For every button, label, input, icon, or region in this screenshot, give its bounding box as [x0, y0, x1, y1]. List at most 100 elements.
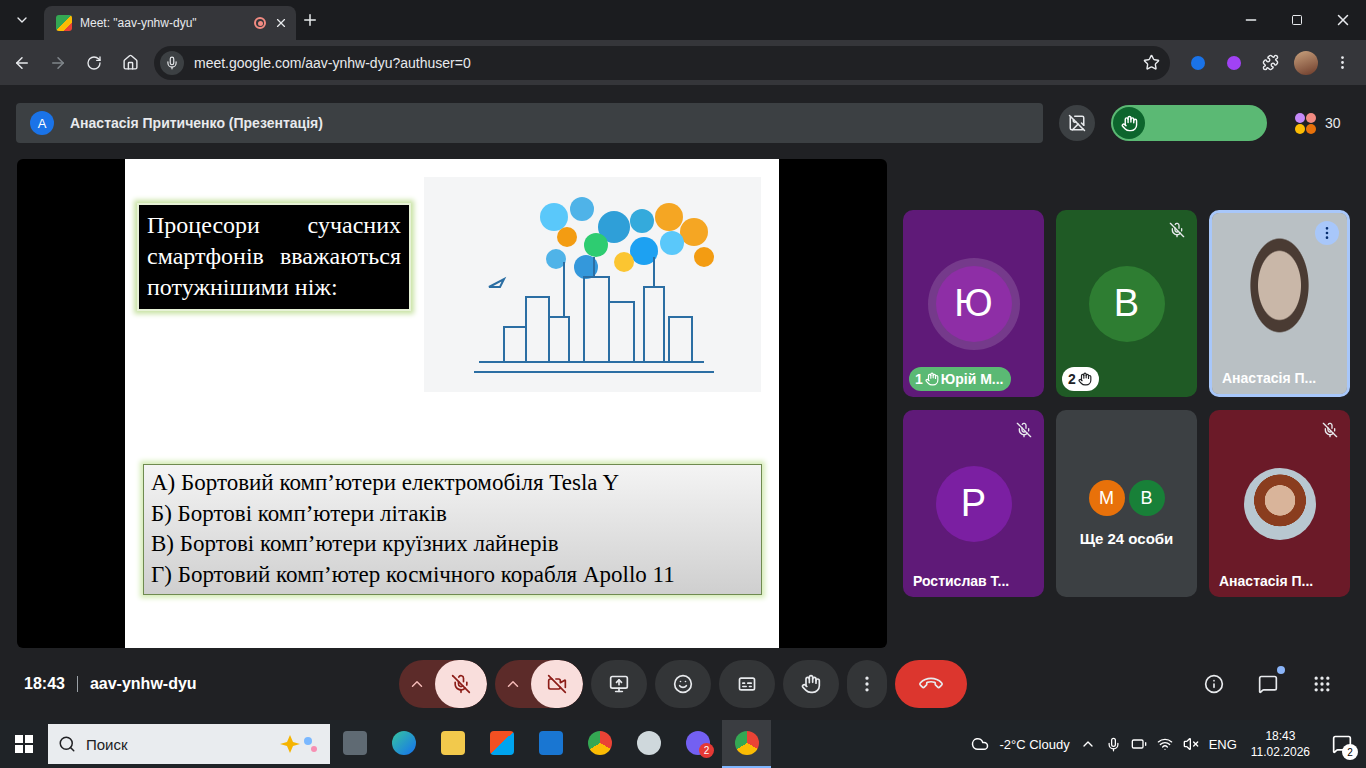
start-button[interactable] [0, 720, 48, 768]
taskbar: Поиск 2 -2°C Cloudy ENG 18:4311.02.2026 2 [0, 720, 1366, 768]
hand-icon [1121, 115, 1138, 132]
mic-button[interactable] [435, 660, 487, 708]
tile-menu-button[interactable] [1315, 221, 1339, 245]
people-button[interactable]: 30 [1283, 105, 1350, 141]
tray-expand-icon[interactable] [1080, 736, 1096, 752]
bookmark-star-icon[interactable] [1143, 54, 1160, 71]
participant-photo [1244, 468, 1316, 540]
address-bar[interactable]: meet.google.com/aav-ynhw-dyu?authuser=0 [154, 46, 1170, 80]
viber-app[interactable]: 2 [673, 720, 722, 768]
activities-button[interactable] [1302, 664, 1342, 704]
answer-option: Б) Бортові комп’ютери літаків [151, 499, 754, 530]
explorer-app[interactable] [428, 720, 477, 768]
system-tray: -2°C Cloudy ENG 18:4311.02.2026 2 [971, 720, 1366, 768]
chrome-meet-app[interactable] [722, 720, 771, 768]
others-label: Ще 24 особи [1080, 530, 1174, 547]
windows-logo-icon [15, 735, 33, 753]
others-avatars: МВ [1089, 480, 1165, 516]
participant-avatar: В [1089, 266, 1165, 342]
search-icon [58, 735, 76, 753]
browser-tab[interactable]: Meet: "aav-ynhw-dyu" [44, 6, 296, 40]
participant-name: Ростислав Т... [913, 573, 1038, 589]
outlook-app[interactable] [526, 720, 575, 768]
people-icon [1295, 113, 1317, 134]
close-tab-icon[interactable] [274, 16, 288, 30]
back-button[interactable] [6, 47, 38, 79]
hide-tile-button[interactable] [1059, 105, 1095, 141]
chat-button[interactable] [1248, 664, 1288, 704]
task-view-button[interactable] [330, 720, 379, 768]
others-avatar: М [1089, 480, 1125, 516]
raise-hand-button[interactable] [783, 660, 839, 708]
volume-muted-icon[interactable] [1183, 736, 1199, 752]
hand-icon [1078, 372, 1092, 386]
participant-tile[interactable]: МВ Ще 24 особи [1056, 410, 1197, 597]
unread-dot [1277, 666, 1285, 674]
browser-menu-button[interactable] [1326, 47, 1358, 79]
mic-off-icon [1012, 418, 1036, 442]
participant-tile[interactable]: Ю1Юрій М... [903, 210, 1044, 397]
recording-icon [254, 17, 266, 29]
reload-button[interactable] [78, 47, 110, 79]
forward-button[interactable] [42, 47, 74, 79]
paint-app[interactable] [624, 720, 673, 768]
home-button[interactable] [114, 47, 146, 79]
mic-tray-icon[interactable] [1106, 737, 1121, 752]
city-illustration [424, 177, 761, 392]
reactions-button[interactable] [655, 660, 711, 708]
raised-hands-button[interactable] [1111, 105, 1267, 141]
participant-tile[interactable]: Р Ростислав Т... [903, 410, 1044, 597]
participant-avatar: Ю [936, 266, 1012, 342]
profile-button[interactable] [1290, 47, 1322, 79]
close-window-button[interactable] [1320, 0, 1366, 40]
battery-icon[interactable] [1131, 736, 1147, 752]
camera-control[interactable] [495, 660, 583, 708]
extension-button[interactable] [1218, 47, 1250, 79]
viber-badge: 2 [699, 743, 714, 758]
camera-button[interactable] [531, 660, 583, 708]
video-options-icon[interactable] [495, 660, 531, 708]
weather-text[interactable]: -2°C Cloudy [999, 737, 1069, 752]
others-avatar: В [1129, 480, 1165, 516]
slide-answers: А) Бортовий комп’ютери електромобіля Tes… [143, 464, 762, 595]
participant-tile[interactable]: В2 [1056, 210, 1197, 397]
participant-grid: Ю1Юрій М...В2Анастасія П...РРостислав Т.… [903, 159, 1350, 648]
slide-question: Процесори сучасних смартфонів вважаються… [137, 203, 411, 311]
participant-tile[interactable]: Анастасія П... [1209, 410, 1350, 597]
store-app[interactable] [477, 720, 526, 768]
notification-badge: 2 [1342, 744, 1358, 760]
hand-icon [925, 372, 939, 386]
site-mic-icon[interactable] [160, 51, 184, 75]
meeting-details-button[interactable] [1194, 664, 1234, 704]
mic-off-icon [1318, 418, 1342, 442]
meeting-controls-bar: 18:43aav-ynhw-dyu [0, 648, 1366, 720]
network-icon[interactable] [1157, 736, 1173, 752]
tab-strip: Meet: "aav-ynhw-dyu" [0, 0, 1366, 40]
answer-option: В) Бортові комп’ютери круїзних лайнерів [151, 529, 754, 560]
language-indicator[interactable]: ENG [1209, 737, 1237, 752]
mic-control[interactable] [399, 660, 487, 708]
answer-option: А) Бортовий комп’ютери електромобіля Tes… [151, 468, 754, 499]
clock[interactable]: 18:4311.02.2026 [1247, 728, 1314, 760]
notification-center-button[interactable]: 2 [1324, 720, 1360, 768]
tab-search-button[interactable] [8, 6, 36, 34]
restore-button[interactable] [1274, 0, 1320, 40]
taskbar-search[interactable]: Поиск [48, 724, 330, 764]
participant-name: Анастасія П... [1222, 370, 1341, 386]
extension-button[interactable] [1182, 47, 1214, 79]
more-options-button[interactable] [847, 660, 887, 708]
present-button[interactable] [591, 660, 647, 708]
participant-tile[interactable]: Анастасія П... [1209, 210, 1350, 397]
extensions-button[interactable] [1254, 47, 1286, 79]
captions-button[interactable] [719, 660, 775, 708]
participant-avatar: Р [936, 466, 1012, 542]
mic-off-icon [1165, 218, 1189, 242]
audio-options-icon[interactable] [399, 660, 435, 708]
new-tab-button[interactable] [296, 6, 324, 34]
chrome-app[interactable] [575, 720, 624, 768]
edge-app[interactable] [379, 720, 428, 768]
answer-option: Г) Бортовий комп’ютер космічного корабля… [151, 560, 754, 591]
presentation-slide: Процесори сучасних смартфонів вважаються… [125, 159, 779, 648]
minimize-button[interactable] [1228, 0, 1274, 40]
leave-call-button[interactable] [895, 660, 967, 708]
